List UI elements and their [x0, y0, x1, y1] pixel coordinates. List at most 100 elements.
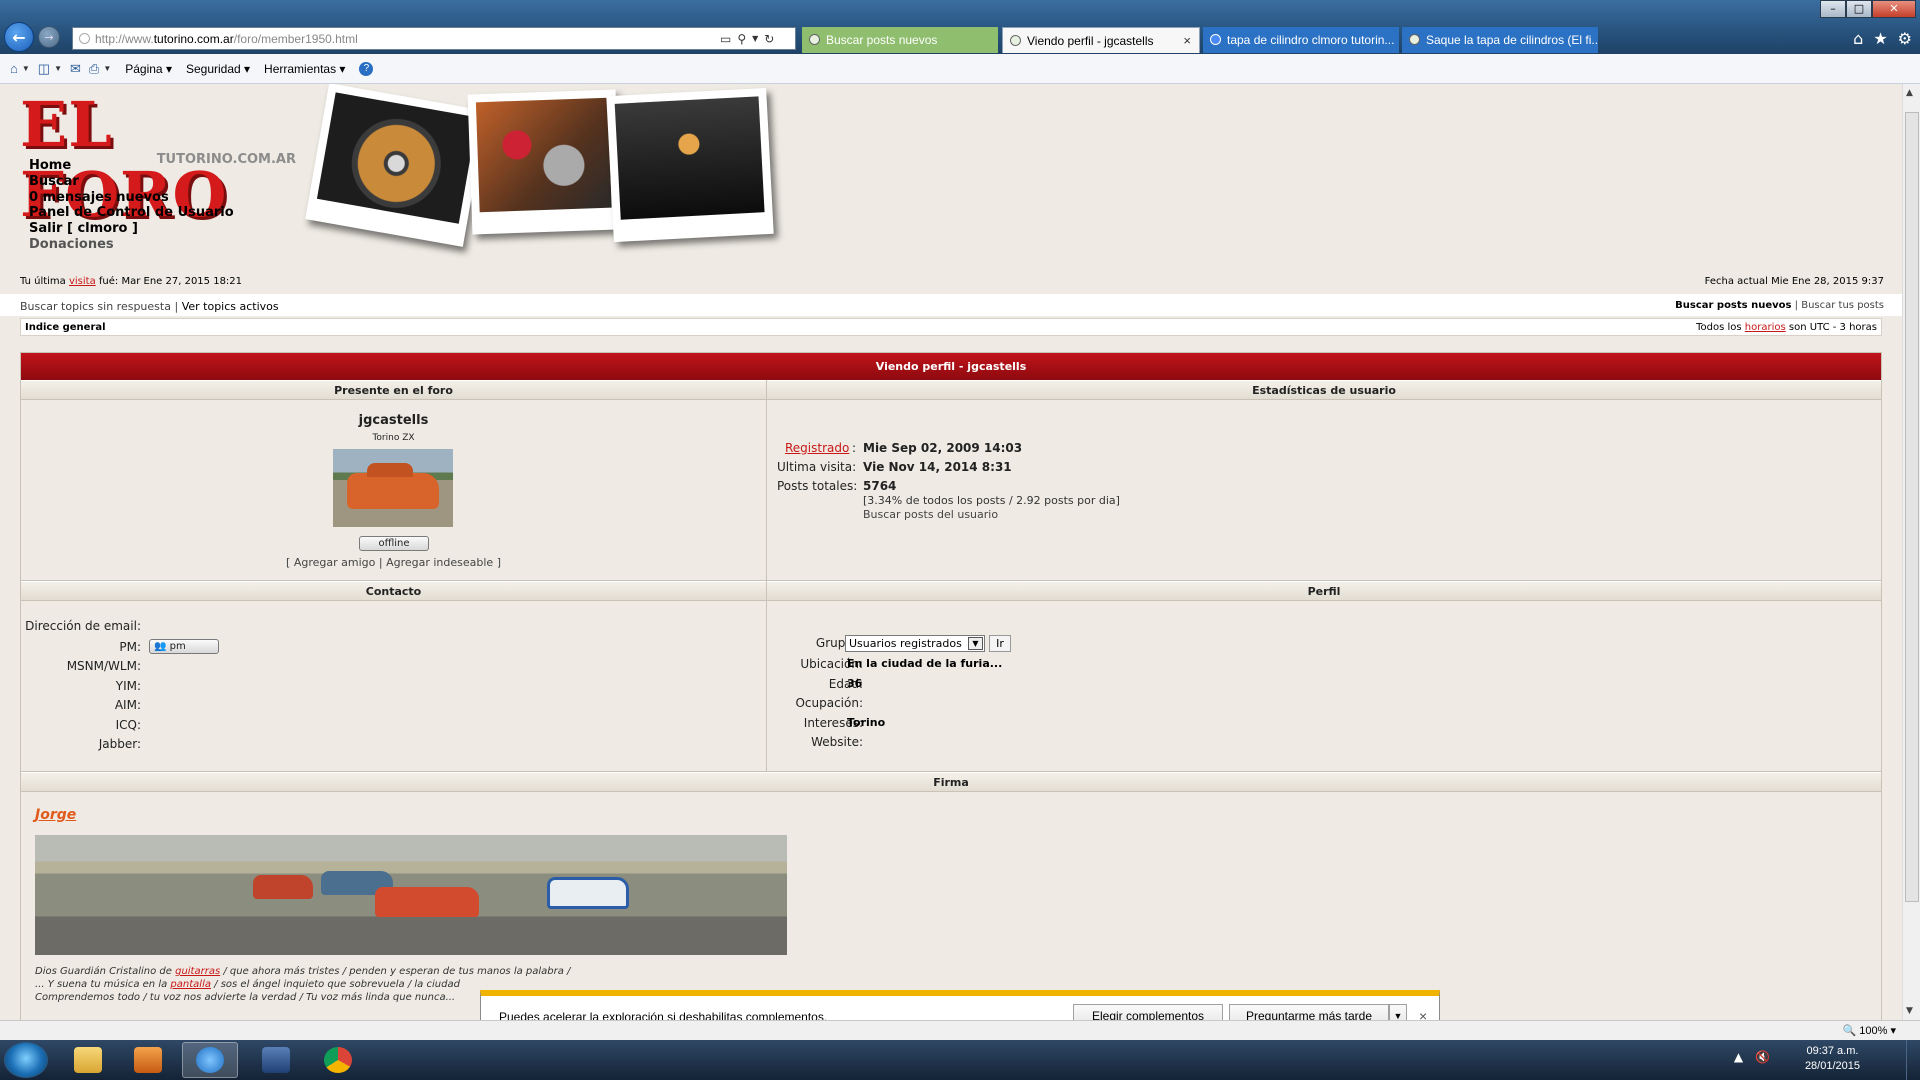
nav-home[interactable]: Home	[29, 158, 234, 174]
link-active-topics[interactable]: Ver topics activos	[182, 300, 279, 313]
site-favicon-icon	[809, 34, 820, 45]
tab-google-search[interactable]: tapa de cilindro clmoro tutorin...	[1203, 27, 1399, 53]
clock-date: 28/01/2015	[1804, 1060, 1860, 1072]
link-new-posts[interactable]: Buscar posts nuevos	[1675, 300, 1791, 311]
maximize-button[interactable]: □	[1846, 0, 1872, 18]
status-badge: offline	[359, 536, 429, 551]
page-icon	[79, 33, 90, 44]
tab-saque-tapa[interactable]: Saque la tapa de cilindros (El fi...	[1402, 27, 1598, 53]
vertical-scrollbar[interactable]: ▲ ▼	[1902, 84, 1920, 1020]
help-icon[interactable]: ?	[359, 61, 374, 76]
compat-view-icon[interactable]: ▭	[720, 32, 731, 46]
last-visit-prefix: Tu última	[20, 276, 66, 287]
menu-label: Página	[125, 61, 163, 76]
menu-pagina[interactable]: Página ▾	[125, 62, 172, 76]
home-icon[interactable]: ⌂	[10, 61, 18, 76]
zoom-level[interactable]: 🔍 100% ▾	[1843, 1024, 1896, 1037]
section-profile: Perfil	[767, 581, 1881, 601]
address-bar[interactable]: http://www.tutorino.com.ar/foro/member19…	[72, 27, 796, 50]
tab-viendo-perfil[interactable]: Viendo perfil - jgcastells ×	[1002, 27, 1200, 53]
search-icon[interactable]: ⚲	[737, 32, 746, 46]
signature-name[interactable]: Jorge	[35, 807, 76, 823]
pm-button[interactable]: 👥 pm	[149, 639, 219, 654]
link-unanswered[interactable]: Buscar topics sin respuesta	[20, 300, 171, 313]
google-icon	[1210, 34, 1221, 45]
nav-buscar[interactable]: Buscar	[29, 174, 234, 190]
tray-expand-icon[interactable]: ▲	[1734, 1050, 1743, 1064]
tz-link[interactable]: horarios	[1745, 322, 1786, 333]
command-bar: ⌂ ▼ ◫ ▼ ✉ ⎙ ▼ Página ▾ Seguridad ▾ Herramie…	[0, 54, 1920, 84]
status-bar: 🔍 100% ▾	[0, 1020, 1920, 1040]
mail-icon[interactable]: ✉	[70, 61, 81, 77]
groups-select[interactable]: Usuarios registrados ▼	[845, 635, 985, 652]
separator: |	[378, 556, 383, 569]
gear-icon[interactable]: ⚙	[1898, 29, 1912, 48]
breadcrumb-index[interactable]: Indice general	[25, 322, 106, 333]
posts-value: 5764	[863, 479, 897, 493]
taskbar-save-app[interactable]	[248, 1042, 304, 1078]
home-icon[interactable]: ⌂	[1853, 29, 1863, 48]
web-page: EL FORO TUTORINO.COM.AR Home Buscar 0 me…	[0, 84, 1902, 1020]
last-visit-link[interactable]: visita	[69, 276, 96, 287]
contact-msn-label: MSNM/WLM:	[66, 659, 141, 673]
tab-close-icon[interactable]: ×	[1183, 33, 1191, 48]
address-domain: tutorino.com.ar	[153, 32, 234, 46]
browser-toolbar-icons: ⌂ ★ ⚙	[1853, 29, 1912, 48]
refresh-icon[interactable]: ↻	[764, 32, 774, 46]
arrow-left-icon: ←	[12, 27, 26, 47]
favorites-star-icon[interactable]: ★	[1873, 29, 1887, 48]
nav-panel-control[interactable]: Panel de Control de Usuario	[29, 205, 234, 221]
nav-mensajes[interactable]: 0 mensajes nuevos	[29, 190, 234, 206]
taskbar-chrome[interactable]	[310, 1042, 366, 1078]
signature-photo	[35, 835, 787, 955]
print-icon[interactable]: ⎙	[89, 61, 99, 77]
menu-seguridad[interactable]: Seguridad ▾	[186, 62, 250, 76]
contact-aim-label: AIM:	[114, 698, 141, 712]
tz-suffix: son UTC - 3 horas	[1788, 322, 1877, 333]
nav-salir[interactable]: Salir [ clmoro ]	[29, 221, 234, 237]
groups-go-button[interactable]: Ir	[989, 635, 1011, 652]
signature-link-guitarras[interactable]: guitarras	[175, 966, 220, 977]
taskbar-media-player[interactable]	[120, 1042, 176, 1078]
dropdown-icon[interactable]: ▼	[752, 34, 758, 43]
start-button[interactable]	[4, 1042, 48, 1078]
volume-muted-icon[interactable]: 🔇	[1755, 1050, 1770, 1064]
add-friend-link[interactable]: Agregar amigo	[294, 556, 376, 569]
last-visit-info: Tu última visita fué: Mar Ene 27, 2015 1…	[20, 276, 242, 287]
address-prefix: http://www.	[95, 32, 154, 46]
chevron-down-icon[interactable]: ▼	[54, 64, 62, 73]
taskbar-internet-explorer[interactable]	[182, 1042, 238, 1078]
users-icon: 👥	[154, 641, 167, 652]
close-button[interactable]: ✕	[1872, 0, 1916, 18]
back-button[interactable]: ←	[4, 22, 34, 52]
interests-value: Torino	[847, 716, 886, 729]
rss-feed-icon[interactable]: ◫	[38, 61, 50, 77]
show-desktop-button[interactable]	[1906, 1040, 1920, 1080]
registered-label[interactable]: Registrado	[785, 441, 849, 455]
groups-value: Usuarios registrados	[849, 637, 962, 650]
site-favicon-icon	[1409, 34, 1420, 45]
scroll-up-icon[interactable]: ▲	[1906, 88, 1913, 98]
forward-button[interactable]: →	[38, 26, 60, 48]
timezone-info: Todos los horarios son UTC - 3 horas	[1696, 322, 1877, 333]
search-user-posts-link[interactable]: Buscar posts del usuario	[863, 508, 998, 521]
scrollbar-thumb[interactable]	[1905, 112, 1919, 902]
contact-pm-label: PM:	[119, 640, 141, 654]
taskbar-explorer[interactable]	[60, 1042, 116, 1078]
last-visit-label: Ultima visita:	[777, 460, 857, 474]
nav-donaciones[interactable]: Donaciones	[29, 237, 234, 253]
clock[interactable]: 09:37 a.m. 28/01/2015	[1805, 1044, 1860, 1074]
header-photo-gear-shift	[606, 87, 774, 243]
clock-time: 09:37 a.m.	[1806, 1045, 1859, 1057]
scroll-down-icon[interactable]: ▼	[1906, 1006, 1913, 1016]
add-foe-link[interactable]: Agregar indeseable	[386, 556, 493, 569]
window-controls: – □ ✕	[1820, 0, 1916, 18]
minimize-button[interactable]: –	[1820, 0, 1846, 18]
chevron-down-icon[interactable]: ▼	[22, 64, 30, 73]
tab-buscar-posts[interactable]: Buscar posts nuevos	[802, 27, 998, 53]
chevron-down-icon[interactable]: ▼	[103, 64, 111, 73]
signature-link-pantalla[interactable]: pantalla	[170, 979, 211, 990]
posts-label: Posts totales:	[777, 479, 858, 493]
link-your-posts[interactable]: Buscar tus posts	[1801, 300, 1884, 311]
menu-herramientas[interactable]: Herramientas ▾	[264, 62, 345, 76]
